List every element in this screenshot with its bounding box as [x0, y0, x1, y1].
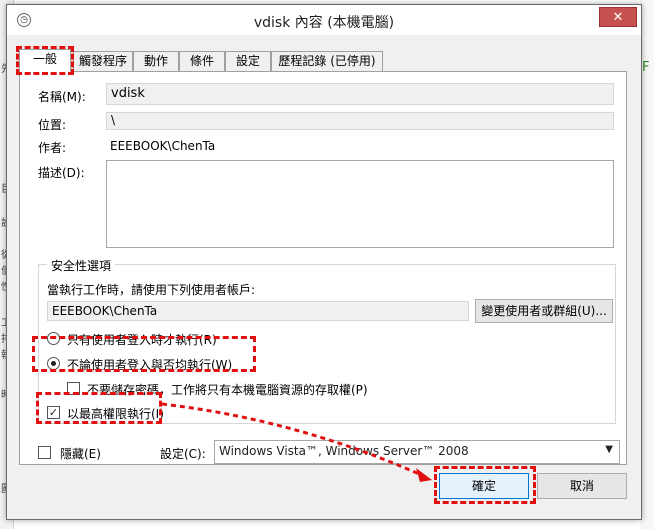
tab-general[interactable]: 一般	[16, 46, 74, 75]
annotation-arrow	[161, 402, 432, 482]
